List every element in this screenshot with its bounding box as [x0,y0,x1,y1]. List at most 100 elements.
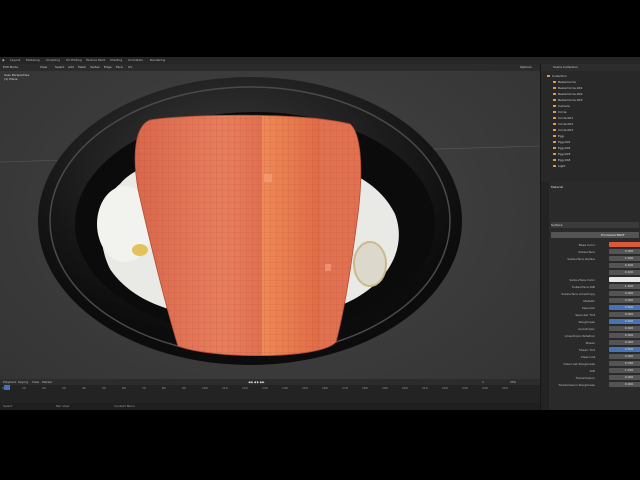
timeline-menu-item[interactable]: Keying [18,380,28,384]
outliner[interactable]: Scene Collection Collection◉ BezierCircle… [540,64,640,182]
timeline-menu-item[interactable]: Marker [42,380,52,384]
outliner-row[interactable]: Camera◉ [541,104,640,108]
outliner-row[interactable]: Collection◉ [541,74,640,78]
property-value-field[interactable]: 0.000 [609,382,640,387]
specular-highlight [264,174,272,182]
property-value-field[interactable]: 0.500 [609,305,640,310]
outliner-row-label: Egg [558,134,564,138]
property-value-field[interactable]: 0.030 [609,361,640,366]
viewport-menu-item[interactable]: Vertex [90,65,100,69]
mode-selector[interactable]: Edit Mode [3,65,18,69]
outliner-row[interactable]: Egg.003◉ [541,152,640,156]
menu-item[interactable]: Modeling [26,58,40,62]
menu-item[interactable]: Sculpting [46,58,60,62]
object-type-icon [553,99,556,101]
property-row: IOR 1.450 [551,368,640,374]
options-button[interactable]: Options [520,65,532,69]
outliner-row-label: BezierCircle.002 [558,92,583,96]
menu-item[interactable]: Shading [110,58,122,62]
outliner-row[interactable]: BezierCircle◉ [541,80,640,84]
outliner-row[interactable]: Egg◉ [541,134,640,138]
start-frame[interactable]: 1 [482,380,484,384]
property-value-field[interactable]: 1.450 [609,368,640,373]
material-name[interactable]: Material [551,184,639,190]
timeline-menu-item[interactable]: Playback [3,380,16,384]
property-value-field[interactable]: 0.000 [609,312,640,317]
frame-tick: 70 [142,386,146,390]
outliner-row[interactable]: Egg.001◉ [541,140,640,144]
property-value-field[interactable]: 0.100 [609,270,640,275]
property-value-field[interactable]: 0.000 [609,333,640,338]
frame-tick: 120 [242,386,248,390]
property-label: Specular Tint [575,313,595,317]
viewport-menu-item[interactable]: Edge [104,65,112,69]
current-frame-indicator[interactable] [4,385,10,390]
menu-item[interactable]: Animation [128,58,143,62]
object-type-icon [553,159,556,161]
property-value-field[interactable]: 0.000 [609,291,640,296]
outliner-row[interactable]: BezierCircle.001◉ [541,86,640,90]
viewport-menu-item[interactable]: UV [128,65,132,69]
property-value-field[interactable]: 0.000 [609,340,640,345]
viewport-info: User Perspective (1) Plane [4,73,29,81]
viewport-menu-item[interactable]: Select [55,65,64,69]
object-type-icon [553,165,556,167]
menu-item[interactable]: Layout [10,58,20,62]
outliner-title: Scene Collection [553,65,578,69]
outliner-row[interactable]: Egg.002◉ [541,146,640,150]
outliner-row[interactable]: Circle.003◉ [541,128,640,132]
specular-highlight [325,264,331,271]
outliner-row[interactable]: Circle◉ [541,110,640,114]
menu-item[interactable]: UV Editing [66,58,82,62]
viewport-header: Edit Mode View Select Add Mesh Vertex Ed… [0,64,540,71]
property-value-field[interactable]: 1.000 [609,256,640,261]
properties-panel[interactable]: Material Surface Principled BSDF Base Co… [540,182,640,410]
property-value-field[interactable]: 1.400 [609,284,640,289]
menu-item[interactable]: Rendering [150,58,165,62]
outliner-row-label: Egg.001 [558,140,571,144]
outliner-row-label: Light [558,164,566,168]
properties-tabs[interactable] [541,182,549,410]
property-value-field[interactable]: 0.000 [609,249,640,254]
viewport-menu-item[interactable]: Mesh [78,65,86,69]
outliner-row[interactable]: Egg.004◉ [541,158,640,162]
property-value-field[interactable]: 0.000 [609,326,640,331]
status-hint: Select [3,404,13,408]
property-row: Clearcoat Roughness 0.030 [551,361,640,367]
menu-item[interactable]: Texture Paint [86,58,105,62]
outliner-row[interactable]: Light◉ [541,164,640,168]
property-row: Anisotropic 0.000 [551,326,640,332]
surface-type-field[interactable]: Principled BSDF [551,232,639,238]
timeline-menu-item[interactable]: View [32,380,39,384]
3d-viewport[interactable]: Edit Mode View Select Add Mesh Vertex Ed… [0,64,540,410]
property-value-field[interactable]: 0.500 [609,319,640,324]
property-label: Subsurface Color [569,278,595,282]
viewport-menu-item[interactable]: Add [68,65,74,69]
status-hint: Context Menu [114,404,135,408]
frame-tick: 20 [42,386,46,390]
property-label: Metallic [583,299,595,303]
frame-tick: 160 [322,386,328,390]
object-type-icon [553,81,556,83]
surface-section[interactable]: Surface [551,222,639,228]
property-value-field[interactable] [609,277,640,282]
playback-controls-icon[interactable]: ◀◀ ◀ ▶ ▶▶ [248,380,265,384]
blender-logo-icon[interactable]: ◉ [2,58,5,62]
outliner-row[interactable]: Circle.001◉ [541,116,640,120]
property-value-field[interactable]: 0.000 [609,298,640,303]
property-value-field[interactable]: 0.200 [609,263,640,268]
outliner-row-label: Circle.002 [558,122,574,126]
property-value-field[interactable]: 0.500 [609,347,640,352]
outliner-row[interactable]: BezierCircle.003◉ [541,98,640,102]
outliner-row[interactable]: Circle.002◉ [541,122,640,126]
viewport-menu-item[interactable]: Face [116,65,123,69]
property-value-field[interactable]: 0.000 [609,354,640,359]
property-row: 0.200 [551,263,640,269]
property-value-field[interactable] [609,242,640,247]
outliner-row[interactable]: BezierCircle.002◉ [541,92,640,96]
property-value-field[interactable]: 0.000 [609,375,640,380]
end-frame[interactable]: 250 [510,380,516,384]
outliner-row-label: Circle [558,110,567,114]
frame-tick: 240 [482,386,488,390]
viewport-menu-item[interactable]: View [40,65,47,69]
